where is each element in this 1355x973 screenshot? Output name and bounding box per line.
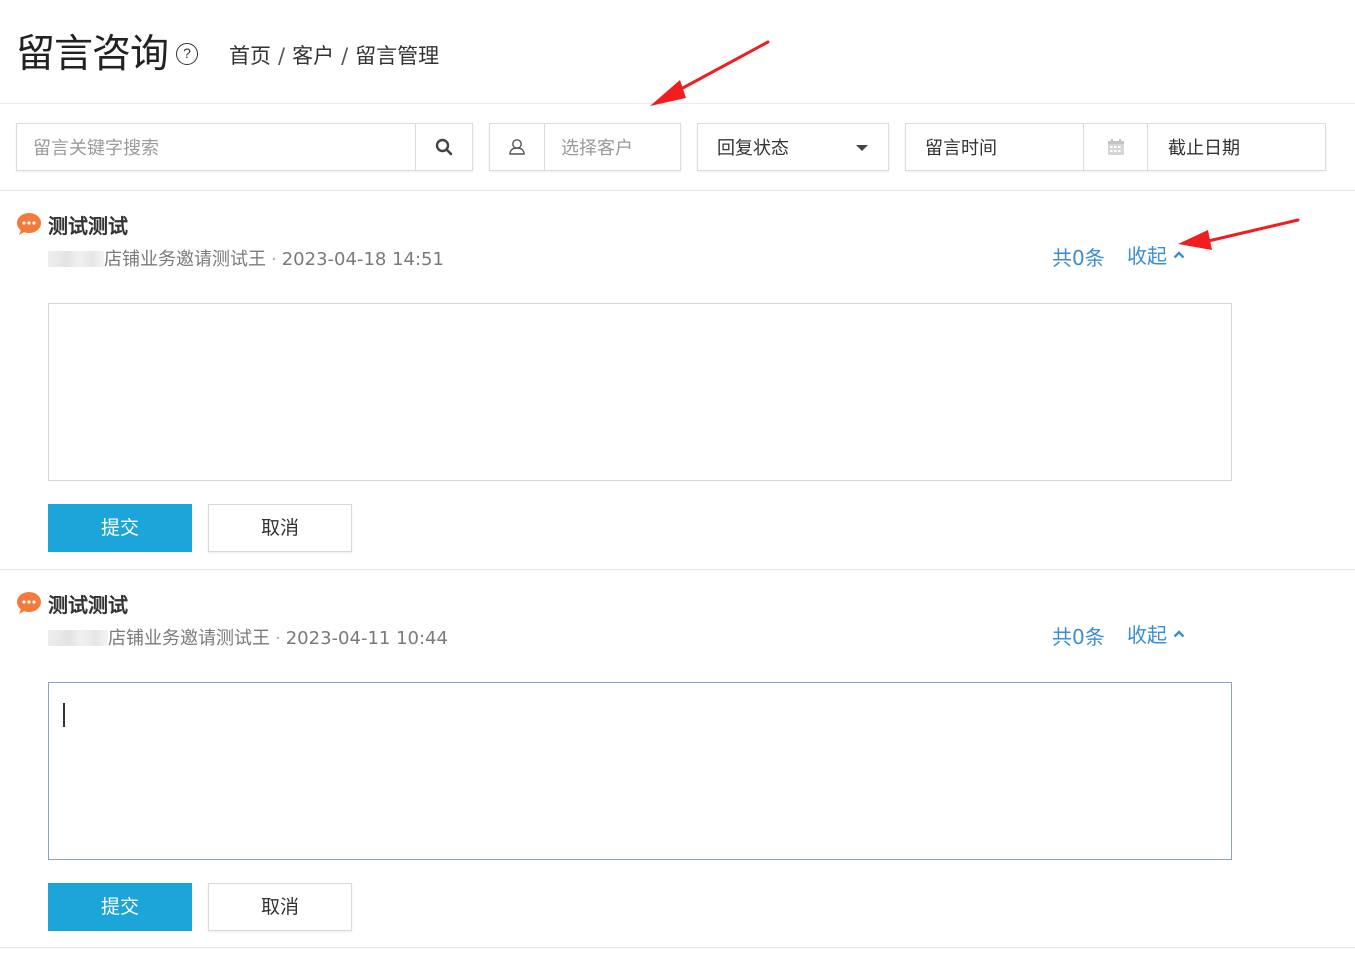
message-title: 测试测试 bbox=[48, 214, 128, 238]
keyword-search-input[interactable]: 留言关键字搜索 bbox=[16, 123, 473, 171]
chevron-up-icon bbox=[1173, 630, 1185, 638]
customer-icon-cell bbox=[490, 124, 545, 170]
reply-count-link[interactable]: 共0条 bbox=[1052, 242, 1105, 271]
message-title: 测试测试 bbox=[48, 593, 128, 617]
reply-status-label: 回复状态 bbox=[717, 138, 789, 159]
breadcrumb-separator: / bbox=[278, 44, 286, 68]
customer-select[interactable]: 选择客户 bbox=[489, 123, 681, 171]
cancel-button[interactable]: 取消 bbox=[208, 504, 352, 552]
search-button[interactable] bbox=[415, 124, 472, 170]
date-range-picker: 留言时间 截止日期 bbox=[905, 123, 1326, 171]
meta-separator: · bbox=[271, 249, 277, 270]
submit-button[interactable]: 提交 bbox=[48, 883, 192, 931]
annotation-arrow-icon bbox=[650, 40, 770, 106]
reply-textarea[interactable] bbox=[48, 303, 1232, 481]
chat-bubble-icon bbox=[17, 592, 41, 614]
end-date-placeholder: 截止日期 bbox=[1168, 138, 1240, 159]
calendar-icon-cell bbox=[1084, 124, 1148, 170]
breadcrumb-separator: / bbox=[341, 44, 349, 68]
search-icon bbox=[435, 138, 453, 156]
reply-textarea[interactable] bbox=[48, 682, 1232, 860]
search-placeholder: 留言关键字搜索 bbox=[33, 138, 159, 159]
redacted-name bbox=[48, 251, 104, 267]
breadcrumb-item-home[interactable]: 首页 bbox=[229, 44, 271, 68]
user-icon bbox=[509, 139, 525, 155]
calendar-icon bbox=[1107, 139, 1124, 155]
annotation-arrow-icon bbox=[1178, 218, 1300, 250]
breadcrumb: 首页 / 客户 / 留言管理 bbox=[229, 42, 439, 70]
reply-status-select[interactable]: 回复状态 bbox=[697, 123, 889, 171]
collapse-link[interactable]: 收起 bbox=[1127, 619, 1185, 648]
chat-bubble-icon bbox=[17, 213, 41, 235]
message-item: 测试测试 店铺业务邀请测试王 · 2023-04-18 14:51 共0条 收起 提… bbox=[0, 191, 1355, 570]
text-cursor bbox=[63, 703, 65, 727]
submit-button[interactable]: 提交 bbox=[48, 504, 192, 552]
start-date-placeholder: 留言时间 bbox=[925, 138, 997, 159]
chevron-down-icon bbox=[856, 145, 868, 151]
message-meta: 店铺业务邀请测试王 · 2023-04-18 14:51 bbox=[48, 245, 444, 271]
filter-bar: 留言关键字搜索 选择客户 回复状态 留言时间 截止日期 bbox=[0, 104, 1355, 191]
start-date-input[interactable]: 留言时间 bbox=[906, 124, 1084, 170]
page-title: 留言咨询 bbox=[16, 32, 169, 77]
message-time: 2023-04-11 10:44 bbox=[285, 628, 448, 649]
redacted-name bbox=[48, 630, 108, 646]
message-time: 2023-04-18 14:51 bbox=[281, 249, 444, 270]
collapse-label: 收起 bbox=[1127, 623, 1167, 647]
cancel-button[interactable]: 取消 bbox=[208, 883, 352, 931]
message-item: 测试测试 店铺业务邀请测试王 · 2023-04-11 10:44 共0条 收起 提… bbox=[0, 570, 1355, 948]
reply-count-link[interactable]: 共0条 bbox=[1052, 621, 1105, 650]
help-icon[interactable]: ? bbox=[176, 43, 198, 65]
message-author: 店铺业务邀请测试王 bbox=[104, 249, 266, 270]
collapse-label: 收起 bbox=[1127, 244, 1167, 268]
meta-separator: · bbox=[275, 628, 281, 649]
breadcrumb-item-customer[interactable]: 客户 bbox=[292, 44, 334, 68]
breadcrumb-item-message-manage: 留言管理 bbox=[355, 44, 440, 68]
message-meta: 店铺业务邀请测试王 · 2023-04-11 10:44 bbox=[48, 624, 448, 650]
message-author: 店铺业务邀请测试王 bbox=[108, 628, 270, 649]
customer-placeholder: 选择客户 bbox=[561, 138, 633, 159]
